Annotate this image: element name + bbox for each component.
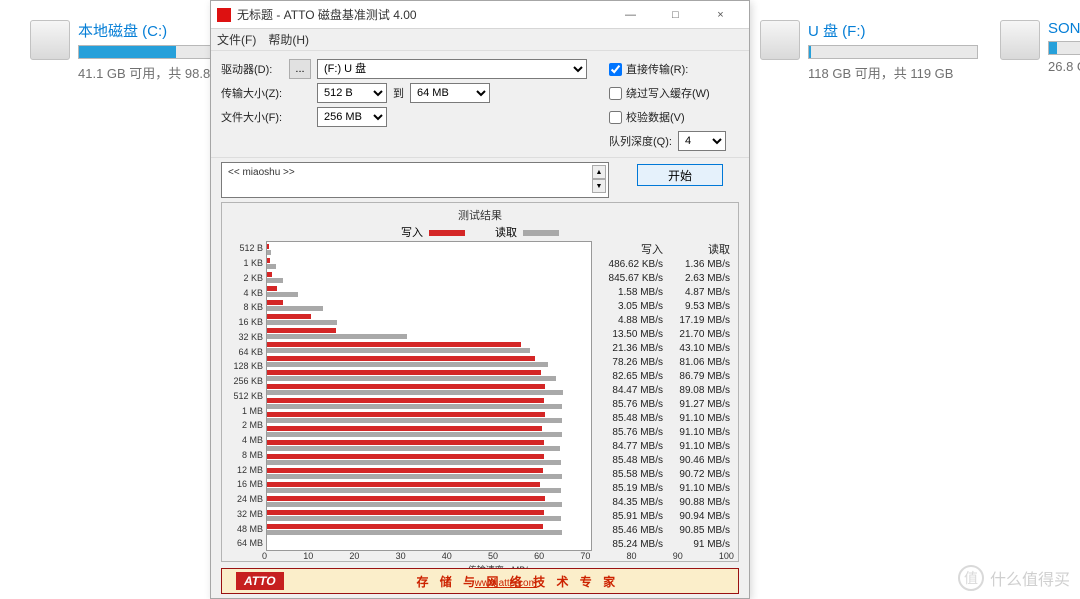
data-row: 84.35 MB/s90.88 MB/s: [596, 495, 730, 509]
minimize-button[interactable]: —: [608, 1, 653, 29]
data-row: 85.91 MB/s90.94 MB/s: [596, 509, 730, 523]
drive-title: SONY_: [1048, 20, 1080, 37]
data-row: 85.46 MB/s90.85 MB/s: [596, 523, 730, 537]
window-title: 无标题 - ATTO 磁盘基准测试 4.00: [237, 6, 608, 23]
watermark-text: 什么值得买: [990, 566, 1070, 590]
bar-row: [267, 284, 591, 298]
data-row: 1.58 MB/s4.87 MB/s: [596, 285, 730, 299]
queue-depth-select[interactable]: 4: [678, 131, 726, 151]
bar-row: [267, 312, 591, 326]
data-row: 84.77 MB/s91.10 MB/s: [596, 439, 730, 453]
data-row: 4.88 MB/s17.19 MB/s: [596, 313, 730, 327]
bar-row: [267, 354, 591, 368]
data-row: 82.65 MB/s86.79 MB/s: [596, 369, 730, 383]
data-row: 85.48 MB/s91.10 MB/s: [596, 411, 730, 425]
drive-select[interactable]: (F:) U 盘: [317, 59, 587, 79]
xfer-from-select[interactable]: 512 B: [317, 83, 387, 103]
file-size-select[interactable]: 256 MB: [317, 107, 387, 127]
results-title: 测试结果: [222, 207, 738, 223]
drive-title: U 盘 (F:): [808, 20, 978, 41]
footer-url: www.atto.com: [475, 578, 537, 589]
bar-row: [267, 522, 591, 536]
drive-capacity-bar: [1048, 41, 1080, 55]
description-box[interactable]: << miaoshu >> ▲▼: [221, 162, 609, 198]
bar-row: [267, 466, 591, 480]
app-icon: [217, 8, 231, 22]
bar-row: [267, 242, 591, 256]
bar-row: [267, 424, 591, 438]
direct-io-label: 直接传输(R):: [626, 61, 688, 77]
drive-browse-button[interactable]: ...: [289, 59, 311, 79]
drive-sony[interactable]: SONY_ 26.8 G: [1000, 20, 1080, 74]
spin-up-button[interactable]: ▲: [592, 165, 606, 179]
data-row: 85.58 MB/s90.72 MB/s: [596, 467, 730, 481]
bar-row: [267, 382, 591, 396]
drive-capacity-bar: [808, 45, 978, 59]
watermark-icon: 值: [958, 565, 984, 591]
bar-row: [267, 494, 591, 508]
titlebar[interactable]: 无标题 - ATTO 磁盘基准测试 4.00 — □ ×: [211, 1, 749, 29]
queue-depth-label: 队列深度(Q):: [609, 133, 672, 149]
data-row: 13.50 MB/s21.70 MB/s: [596, 327, 730, 341]
results-panel: 测试结果 写入 读取 512 B1 KB2 KB4 KB8 KB16 KB32 …: [221, 202, 739, 562]
spin-down-button[interactable]: ▼: [592, 179, 606, 193]
bypass-cache-label: 绕过写入缓存(W): [626, 85, 710, 101]
drive-icon: [760, 20, 800, 60]
data-row: 78.26 MB/s81.06 MB/s: [596, 355, 730, 369]
bar-row: [267, 368, 591, 382]
chart-area: 512 B1 KB2 KB4 KB8 KB16 KB32 KB64 KB128 …: [222, 241, 738, 551]
drive-f[interactable]: U 盘 (F:) 118 GB 可用，共 119 GB: [760, 20, 978, 82]
data-row: 845.67 KB/s2.63 MB/s: [596, 271, 730, 285]
direct-io-checkbox[interactable]: [609, 63, 622, 76]
bar-row: [267, 270, 591, 284]
data-row: 85.76 MB/s91.10 MB/s: [596, 425, 730, 439]
bar-row: [267, 256, 591, 270]
bar-row: [267, 410, 591, 424]
data-row: 85.48 MB/s90.46 MB/s: [596, 453, 730, 467]
atto-logo: ATTO: [236, 572, 284, 590]
menu-file[interactable]: 文件(F): [217, 31, 256, 48]
bar-row: [267, 438, 591, 452]
bar-row: [267, 452, 591, 466]
x-axis-ticks: 0102030405060708090100: [262, 551, 738, 563]
chart-legend: 写入 读取: [222, 224, 738, 240]
data-row: 3.05 MB/s9.53 MB/s: [596, 299, 730, 313]
start-button[interactable]: 开始: [637, 164, 723, 186]
menu-help[interactable]: 帮助(H): [268, 31, 309, 48]
drive-icon: [1000, 20, 1040, 60]
drive-icon: [30, 20, 70, 60]
params-panel: 驱动器(D): ... (F:) U 盘 传输大小(Z): 512 B 到 64…: [211, 51, 749, 158]
bar-chart: [266, 241, 592, 551]
xfer-to-select[interactable]: 64 MB: [410, 83, 490, 103]
bar-row: [267, 298, 591, 312]
data-row: 21.36 MB/s43.10 MB/s: [596, 341, 730, 355]
atto-window: 无标题 - ATTO 磁盘基准测试 4.00 — □ × 文件(F) 帮助(H)…: [210, 0, 750, 599]
data-row: 85.19 MB/s91.10 MB/s: [596, 481, 730, 495]
bar-row: [267, 508, 591, 522]
drive-subtitle: 26.8 G: [1048, 59, 1080, 74]
xfer-to-label: 到: [393, 85, 404, 101]
data-columns: 写入读取 486.62 KB/s1.36 MB/s845.67 KB/s2.63…: [592, 241, 734, 551]
data-row: 486.62 KB/s1.36 MB/s: [596, 257, 730, 271]
bar-row: [267, 340, 591, 354]
xfer-size-label: 传输大小(Z):: [221, 85, 289, 101]
verify-label: 校验数据(V): [626, 109, 685, 125]
bar-row: [267, 396, 591, 410]
watermark: 值 什么值得买: [958, 565, 1070, 591]
menubar: 文件(F) 帮助(H): [211, 29, 749, 51]
bypass-cache-checkbox[interactable]: [609, 87, 622, 100]
file-size-label: 文件大小(F):: [221, 109, 289, 125]
data-row: 85.76 MB/s91.27 MB/s: [596, 397, 730, 411]
y-axis-labels: 512 B1 KB2 KB4 KB8 KB16 KB32 KB64 KB128 …: [226, 241, 266, 551]
data-row: 84.47 MB/s89.08 MB/s: [596, 383, 730, 397]
drive-label: 驱动器(D):: [221, 61, 289, 77]
data-row: 85.24 MB/s91 MB/s: [596, 537, 730, 551]
bar-row: [267, 326, 591, 340]
maximize-button[interactable]: □: [653, 1, 698, 29]
close-button[interactable]: ×: [698, 1, 743, 29]
verify-checkbox[interactable]: [609, 111, 622, 124]
bar-row: [267, 480, 591, 494]
footer-banner[interactable]: ATTO 存 储 与 网 络 技 术 专 家 www.atto.com: [221, 568, 739, 594]
drive-subtitle: 118 GB 可用，共 119 GB: [808, 63, 978, 82]
